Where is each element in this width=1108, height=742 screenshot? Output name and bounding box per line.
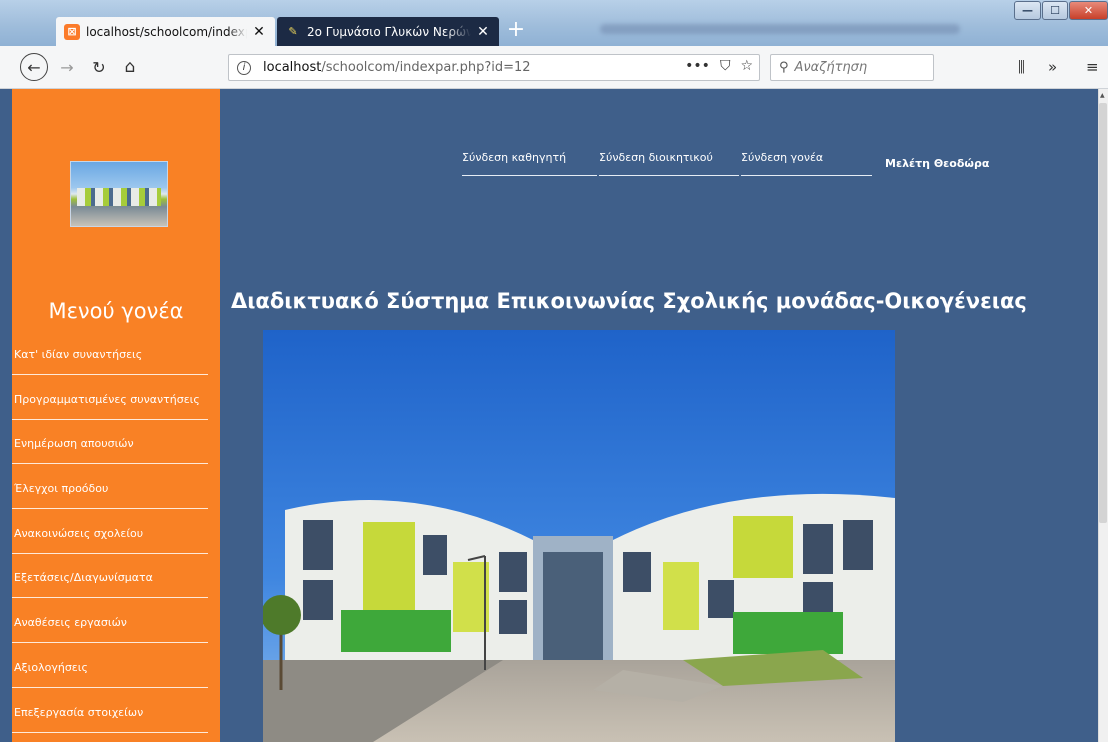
menu-item-announcements[interactable]: Ανακοινώσεις σχολείου [12, 521, 220, 566]
school-building-illustration [263, 330, 895, 742]
menu-item-assignments[interactable]: Αναθέσεις εργασιών [12, 610, 220, 655]
tab-active[interactable]: ⊠ localhost/schoolcom/indexpar ✕ [56, 17, 275, 46]
page-actions-icon[interactable]: ••• [685, 58, 710, 74]
browser-toolbar: ← → ↻ ⌂ i localhost/schoolcom/indexpar.p… [0, 46, 1108, 89]
nav-underline [462, 175, 597, 176]
overflow-chevron-icon[interactable]: » [1048, 58, 1057, 76]
page-scrollbar-thumb[interactable] [1099, 103, 1107, 523]
reload-icon: ↻ [92, 57, 106, 77]
teacher-login-label: Σύνδεση καθηγητή [462, 151, 567, 164]
page-content: Μενού γονέα Κατ' ιδίαν συναντήσεις Προγρ… [0, 89, 1098, 742]
menu-item-progress[interactable]: Έλεγχοι προόδου [12, 476, 220, 521]
maximize-icon: ☐ [1050, 4, 1060, 17]
menu-item-evaluations[interactable]: Αξιολογήσεις [12, 655, 220, 700]
back-arrow-icon: ← [27, 57, 41, 77]
admin-login-link[interactable]: Σύνδεση διοικητικού [599, 151, 739, 176]
nav-underline [741, 175, 872, 176]
site-info-icon[interactable]: i [237, 60, 251, 75]
admin-login-label: Σύνδεση διοικητικού [599, 151, 713, 164]
close-icon: ✕ [1083, 4, 1094, 17]
forward-arrow-icon: → [60, 57, 74, 77]
url-host: localhost [263, 60, 322, 75]
logged-in-user[interactable]: Μελέτη Θεοδώρα [885, 157, 989, 170]
parent-login-link[interactable]: Σύνδεση γονέα [741, 151, 872, 176]
search-icon: ⚲ [779, 60, 789, 75]
menu-icon[interactable]: ≡ [1086, 58, 1099, 76]
back-button[interactable]: ← [20, 53, 48, 81]
close-tab-icon[interactable]: ✕ [475, 24, 491, 40]
scroll-up-icon[interactable]: ▲ [1100, 92, 1106, 100]
teacher-login-link[interactable]: Σύνδεση καθηγητή [462, 151, 597, 176]
home-button[interactable]: ⌂ [118, 54, 142, 80]
tab-site-icon: ✎ [288, 25, 298, 38]
page-title: Διαδικτυακό Σύστημα Επικοινωνίας Σχολική… [231, 289, 1027, 313]
library-icon[interactable]: ⫼ [1018, 58, 1025, 76]
forward-button[interactable]: → [55, 54, 79, 80]
browser-titlebar: ⊠ localhost/schoolcom/indexpar ✕ ✎ 2ο Γυ… [0, 0, 1108, 46]
maximize-button[interactable]: ☐ [1042, 1, 1068, 20]
school-logo[interactable] [70, 161, 168, 227]
menu-item-private-meetings[interactable]: Κατ' ιδίαν συναντήσεις [12, 342, 220, 387]
pocket-icon[interactable]: ⛉ [720, 58, 731, 74]
school-building-photo [263, 330, 895, 742]
xampp-icon: ⊠ [64, 23, 80, 40]
address-bar[interactable]: i localhost/schoolcom/indexpar.php?id=12… [228, 54, 760, 81]
window-title-blurred [600, 24, 960, 34]
new-tab-button[interactable]: + [503, 18, 529, 44]
minimize-icon: — [1022, 4, 1033, 17]
menu-item-absences[interactable]: Ενημέρωση απουσιών [12, 431, 220, 476]
search-placeholder: Αναζήτηση [794, 60, 868, 75]
menu-item-edit-profile[interactable]: Επεξεργασία στοιχείων [12, 700, 220, 742]
tab-inactive[interactable]: ✎ 2ο Γυμνάσιο Γλυκών Νερών - ✕ [277, 17, 499, 46]
parent-login-label: Σύνδεση γονέα [741, 151, 824, 164]
minimize-button[interactable]: — [1014, 1, 1041, 20]
menu-item-exams[interactable]: Εξετάσεις/Διαγωνίσματα [12, 565, 220, 610]
home-icon: ⌂ [124, 57, 136, 77]
bookmark-star-icon[interactable]: ☆ [740, 58, 753, 74]
reload-button[interactable]: ↻ [87, 54, 111, 80]
sidebar-title: Μενού γονέα [48, 299, 184, 323]
close-tab-icon[interactable]: ✕ [251, 24, 267, 40]
nav-underline [599, 175, 739, 176]
close-window-button[interactable]: ✕ [1069, 1, 1108, 20]
parent-menu: Κατ' ιδίαν συναντήσεις Προγραμματισμένες… [12, 342, 220, 742]
tab-label: localhost/schoolcom/indexpar [86, 24, 247, 39]
url-path: /schoolcom/indexpar.php?id=12 [321, 60, 531, 75]
parent-sidebar: Μενού γονέα Κατ' ιδίαν συναντήσεις Προγρ… [12, 89, 220, 742]
logo-building [77, 188, 161, 206]
menu-item-scheduled-meetings[interactable]: Προγραμματισμένες συναντήσεις [12, 387, 220, 432]
search-input[interactable]: ⚲ Αναζήτηση [770, 54, 934, 81]
tab-label: 2ο Γυμνάσιο Γλυκών Νερών - [307, 24, 471, 39]
